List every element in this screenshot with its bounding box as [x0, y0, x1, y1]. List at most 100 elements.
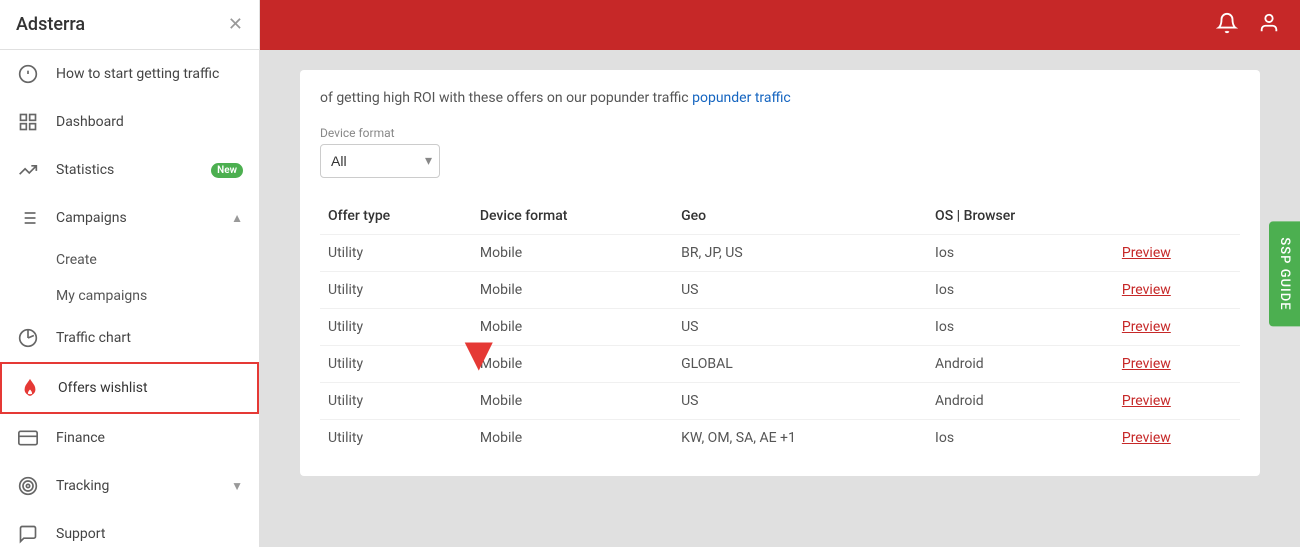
cell-device-format: Mobile: [472, 420, 673, 457]
sidebar-item-offers-wishlist[interactable]: Offers wishlist: [0, 362, 259, 414]
cell-geo: US: [673, 309, 927, 346]
sidebar-item-create[interactable]: Create: [0, 242, 259, 278]
sidebar-item-label: Tracking: [56, 478, 231, 494]
cell-action: Preview: [1114, 383, 1240, 420]
cell-device-format: Mobile: [472, 383, 673, 420]
table-row: Utility Mobile BR, JP, US Ios Preview: [320, 235, 1240, 272]
target-icon: [16, 474, 40, 498]
cell-os-browser: Ios: [927, 235, 1114, 272]
new-badge: New: [211, 163, 243, 178]
sub-item-label: Create: [56, 252, 97, 268]
chevron-up-icon: ▲: [231, 211, 243, 225]
sidebar-item-label: Finance: [56, 430, 243, 446]
cell-os-browser: Ios: [927, 272, 1114, 309]
preview-link[interactable]: Preview: [1122, 282, 1171, 298]
cell-geo: GLOBAL: [673, 346, 927, 383]
cell-offer-type: Utility: [320, 272, 472, 309]
device-format-select[interactable]: All Mobile Desktop Tablet: [320, 144, 440, 178]
preview-link[interactable]: Preview: [1122, 393, 1171, 409]
sidebar-item-traffic-chart[interactable]: Traffic chart: [0, 314, 259, 362]
preview-link[interactable]: Preview: [1122, 245, 1171, 261]
device-format-filter: Device format All Mobile Desktop Tablet: [320, 126, 440, 178]
sub-item-label: My campaigns: [56, 288, 147, 304]
sidebar-item-label: How to start getting traffic: [56, 66, 243, 82]
cell-os-browser: Android: [927, 346, 1114, 383]
cell-offer-type: Utility: [320, 420, 472, 457]
content-card: of getting high ROI with these offers on…: [300, 70, 1260, 476]
cell-offer-type: Utility: [320, 309, 472, 346]
sidebar: Adsterra ✕ How to start getting traffic …: [0, 0, 260, 547]
list-icon: [16, 206, 40, 230]
cell-os-browser: Ios: [927, 309, 1114, 346]
trend-icon: [16, 158, 40, 182]
ssp-guide-tab[interactable]: SSP GUIDE: [1269, 221, 1300, 326]
cell-geo: US: [673, 383, 927, 420]
table-header: Offer type Device format Geo OS | Browse…: [320, 198, 1240, 235]
sidebar-item-label: Campaigns: [56, 210, 231, 226]
fire-icon: [18, 376, 42, 400]
chart-icon: [16, 326, 40, 350]
col-os-browser: OS | Browser: [927, 198, 1114, 235]
sidebar-item-label: Support: [56, 526, 243, 542]
grid-icon: [16, 110, 40, 134]
cell-os-browser: Ios: [927, 420, 1114, 457]
col-offer-type: Offer type: [320, 198, 472, 235]
table-row: Utility Mobile US Ios Preview: [320, 309, 1240, 346]
notification-bell-icon[interactable]: [1216, 12, 1238, 39]
sidebar-item-label: Traffic chart: [56, 330, 243, 346]
cell-device-format: Mobile: [472, 309, 673, 346]
sidebar-close-button[interactable]: ✕: [228, 14, 243, 35]
user-avatar-icon[interactable]: [1258, 12, 1280, 39]
sidebar-item-label: Offers wishlist: [58, 380, 241, 396]
table-body: Utility Mobile BR, JP, US Ios Preview Ut…: [320, 235, 1240, 457]
filters-row: Device format All Mobile Desktop Tablet: [320, 126, 1240, 178]
table-row: Utility Mobile US Android Preview: [320, 383, 1240, 420]
preview-link[interactable]: Preview: [1122, 430, 1171, 446]
sidebar-item-how-to-start[interactable]: How to start getting traffic: [0, 50, 259, 98]
device-format-select-wrapper[interactable]: All Mobile Desktop Tablet: [320, 144, 440, 178]
info-icon: [16, 62, 40, 86]
cell-os-browser: Android: [927, 383, 1114, 420]
col-device-format: Device format: [472, 198, 673, 235]
sidebar-item-campaigns[interactable]: Campaigns ▲: [0, 194, 259, 242]
preview-link[interactable]: Preview: [1122, 356, 1171, 372]
content-area: of getting high ROI with these offers on…: [260, 50, 1300, 547]
chevron-down-icon: ▼: [231, 479, 243, 493]
sidebar-item-support[interactable]: Support: [0, 510, 259, 547]
cell-offer-type: Utility: [320, 346, 472, 383]
cell-action: Preview: [1114, 272, 1240, 309]
sidebar-item-label: Dashboard: [56, 114, 243, 130]
sidebar-logo: Adsterra: [16, 14, 85, 35]
offers-table: Offer type Device format Geo OS | Browse…: [320, 198, 1240, 456]
sidebar-item-statistics[interactable]: Statistics New: [0, 146, 259, 194]
cell-geo: BR, JP, US: [673, 235, 927, 272]
col-action: [1114, 198, 1240, 235]
cell-action: Preview: [1114, 235, 1240, 272]
cell-geo: KW, OM, SA, AE +1: [673, 420, 927, 457]
table-row: Utility Mobile GLOBAL Android Preview: [320, 346, 1240, 383]
promo-text: of getting high ROI with these offers on…: [320, 90, 1240, 106]
table-row: Utility Mobile KW, OM, SA, AE +1 Ios Pre…: [320, 420, 1240, 457]
sidebar-item-label: Statistics: [56, 162, 203, 178]
sidebar-item-my-campaigns[interactable]: My campaigns: [0, 278, 259, 314]
cell-device-format: Mobile: [472, 346, 673, 383]
table-row: Utility Mobile US Ios Preview: [320, 272, 1240, 309]
top-bar: [260, 0, 1300, 50]
cell-device-format: Mobile: [472, 272, 673, 309]
sidebar-item-dashboard[interactable]: Dashboard: [0, 98, 259, 146]
sidebar-header: Adsterra ✕: [0, 0, 259, 50]
popunder-link[interactable]: popunder traffic: [692, 90, 791, 106]
cell-action: Preview: [1114, 420, 1240, 457]
card-icon: [16, 426, 40, 450]
sidebar-item-finance[interactable]: Finance: [0, 414, 259, 462]
cell-action: Preview: [1114, 309, 1240, 346]
main-content: of getting high ROI with these offers on…: [260, 0, 1300, 547]
campaigns-sub-menu: Create My campaigns: [0, 242, 259, 314]
chat-icon: [16, 522, 40, 546]
sidebar-item-tracking[interactable]: Tracking ▼: [0, 462, 259, 510]
cell-geo: US: [673, 272, 927, 309]
preview-link[interactable]: Preview: [1122, 319, 1171, 335]
cell-offer-type: Utility: [320, 235, 472, 272]
cell-offer-type: Utility: [320, 383, 472, 420]
cell-device-format: Mobile: [472, 235, 673, 272]
